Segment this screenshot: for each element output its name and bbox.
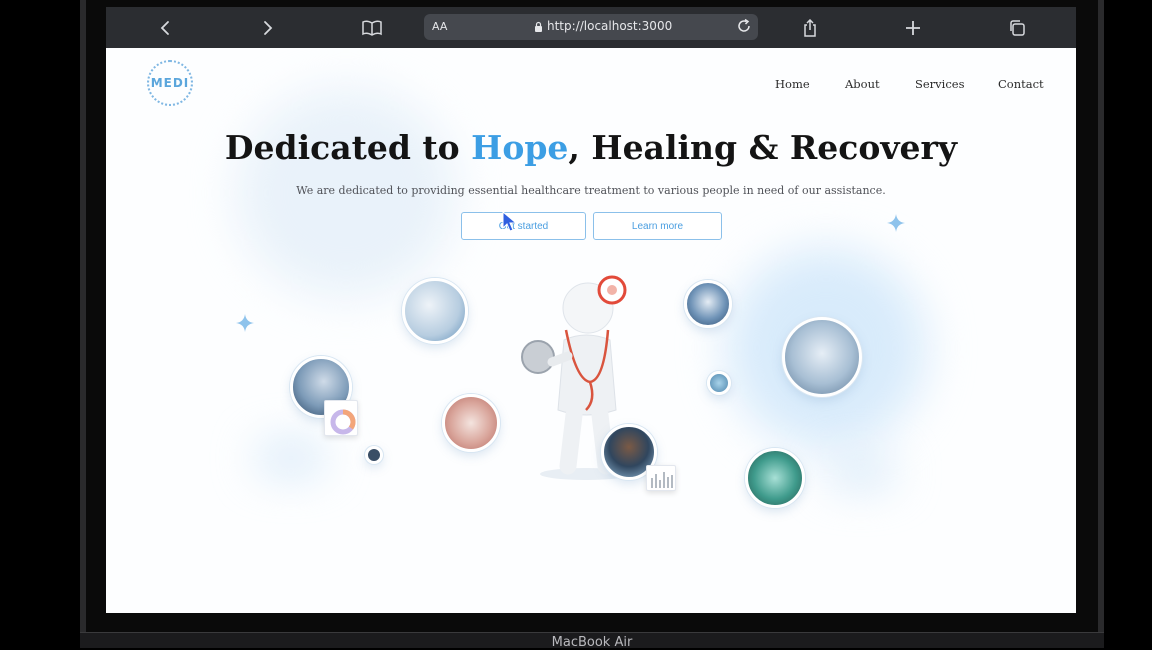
bar-chart-icon (651, 472, 673, 488)
cursor-icon (502, 211, 518, 232)
new-tab-icon (906, 21, 920, 35)
sparkle-icon (887, 214, 905, 232)
bookmarks-button[interactable] (359, 15, 385, 41)
image-bubble-syringes (402, 278, 468, 344)
web-page: MEDI Home About Services Contact Dedicat… (106, 48, 1076, 613)
laptop-chin: MacBook Air (80, 632, 1104, 650)
tabs-overview-button[interactable] (1004, 15, 1030, 41)
nav-contact[interactable]: Contact (998, 77, 1044, 91)
address-bar[interactable]: AA http://localhost:3000 (424, 14, 758, 40)
nav-services[interactable]: Services (915, 77, 965, 91)
background-glow (256, 443, 326, 473)
background-glow (826, 458, 896, 486)
donut-chart-icon (330, 409, 356, 435)
hero-title-start: Dedicated to (224, 128, 472, 167)
lock-icon (534, 21, 543, 35)
tabs-icon (1010, 20, 1025, 36)
image-bubble-equipment (782, 317, 862, 397)
image-bubble-small (365, 446, 383, 464)
share-icon (804, 19, 816, 37)
image-bubble-lab (684, 280, 732, 328)
nav-home[interactable]: Home (775, 77, 810, 91)
hero-title-highlight: Hope (471, 128, 569, 167)
reader-button[interactable]: AA (432, 20, 447, 33)
browser-toolbar: AA http://localhost:3000 (106, 7, 1076, 48)
url-text: http://localhost:3000 (547, 19, 673, 33)
hero-title: Dedicated to Hope, Healing & Recovery (106, 128, 1076, 167)
image-bubble-gloves (745, 448, 805, 508)
get-started-button[interactable]: Get started (461, 212, 586, 240)
back-icon (160, 21, 169, 35)
logo-text: MEDI (150, 76, 190, 90)
learn-more-button[interactable]: Learn more (593, 212, 722, 240)
image-bubble-small (707, 371, 731, 395)
share-button[interactable] (797, 15, 823, 41)
new-tab-button[interactable] (900, 15, 926, 41)
nav-about[interactable]: About (845, 77, 880, 91)
back-button[interactable] (152, 15, 178, 41)
hero-subtitle: We are dedicated to providing essential … (296, 184, 886, 197)
stats-card (646, 465, 676, 491)
site-logo[interactable]: MEDI (147, 60, 193, 106)
forward-button[interactable] (255, 15, 281, 41)
laptop-bezel-right (1098, 0, 1104, 648)
reload-icon (738, 18, 750, 32)
sparkle-icon (236, 314, 254, 332)
forward-icon (264, 21, 273, 35)
image-bubble-pills (442, 394, 500, 452)
hero-title-end: , Healing & Recovery (568, 128, 958, 167)
reload-button[interactable] (736, 18, 752, 37)
chart-card (324, 400, 358, 436)
bookmarks-icon (362, 20, 382, 36)
